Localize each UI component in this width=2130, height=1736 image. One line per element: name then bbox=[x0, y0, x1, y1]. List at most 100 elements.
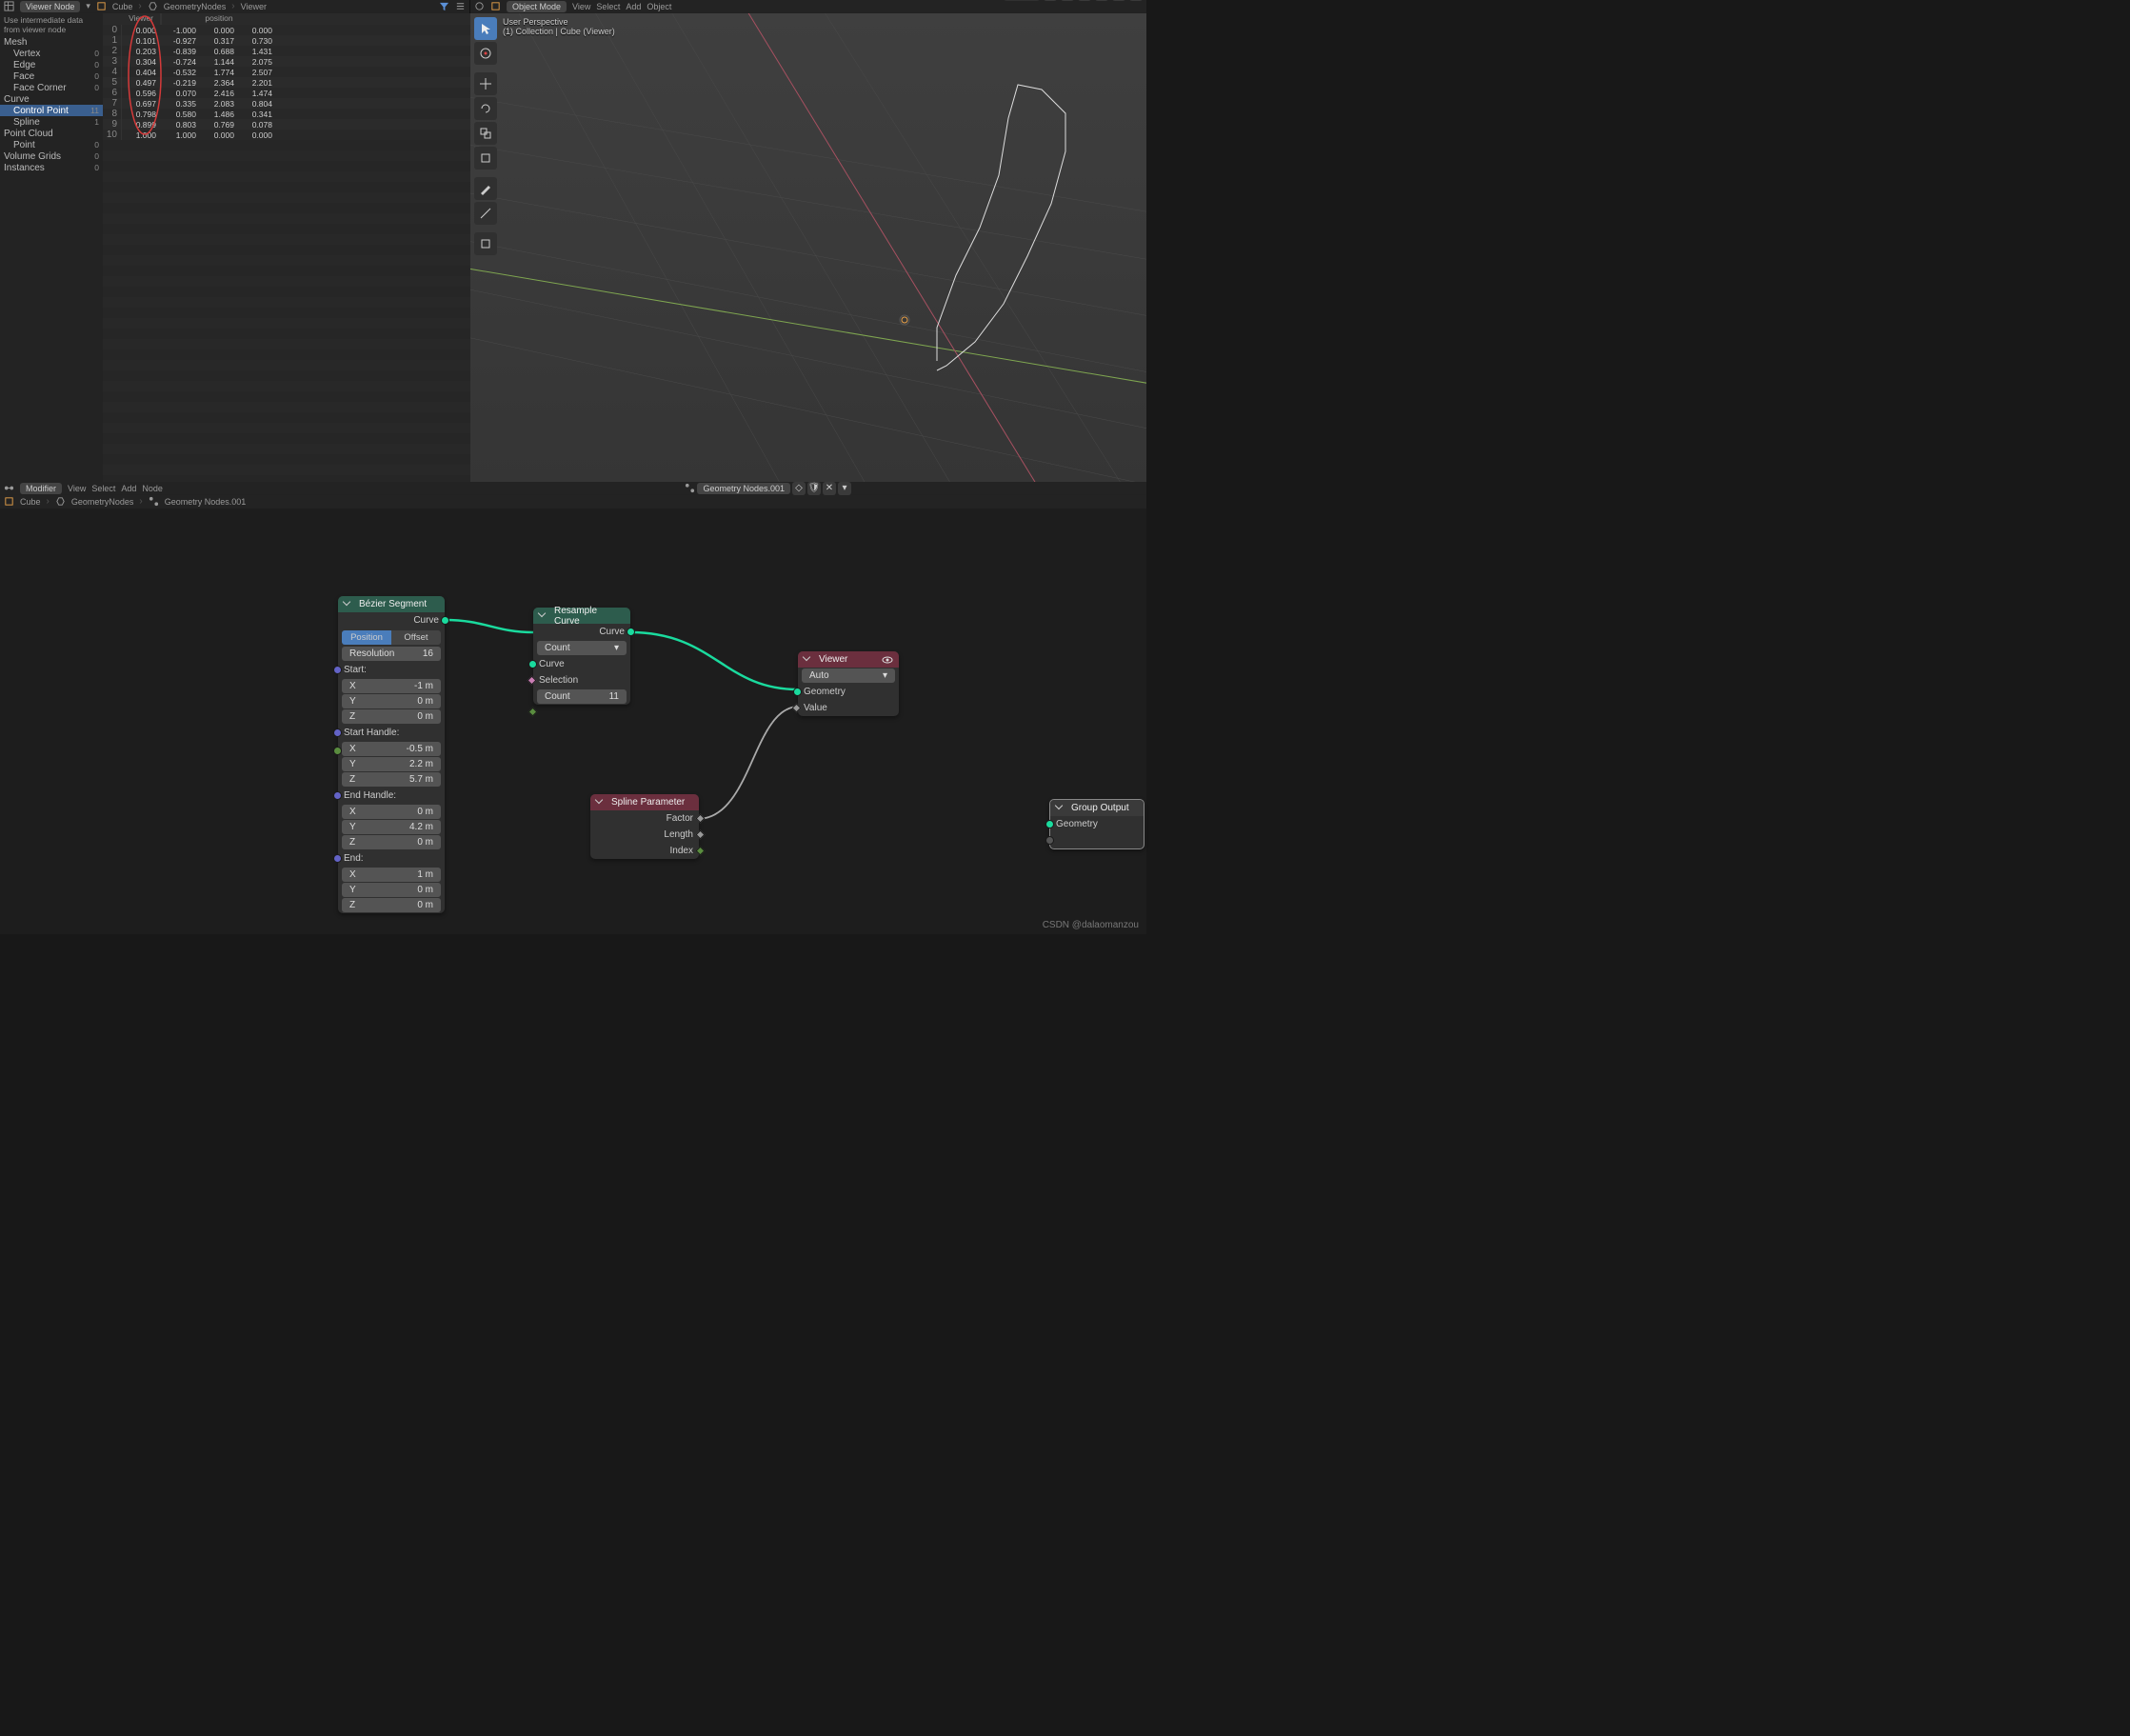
start-x[interactable]: X-1 m bbox=[342, 679, 441, 693]
tool-transform-icon[interactable] bbox=[474, 147, 497, 170]
shade-wire-icon[interactable]: ◯ bbox=[1078, 0, 1091, 1]
node-resample-curve[interactable]: Resample Curve Curve Count▾ Curve Select… bbox=[533, 608, 630, 705]
node-group-output[interactable]: Group Output Geometry bbox=[1049, 799, 1145, 849]
viewport-canvas bbox=[470, 13, 1146, 482]
tree-item[interactable]: Curve bbox=[0, 93, 103, 105]
tree-item[interactable]: Control Point11 bbox=[0, 105, 103, 116]
chevron-down-icon[interactable]: ▾ bbox=[838, 482, 851, 495]
end-x[interactable]: X1 m bbox=[342, 868, 441, 882]
nodeeditor-icon bbox=[4, 483, 14, 493]
node-viewer[interactable]: Viewer Auto▾ Geometry Value bbox=[798, 651, 899, 716]
viewer-domain[interactable]: Auto▾ bbox=[802, 668, 895, 683]
tool-measure-icon[interactable] bbox=[474, 202, 497, 225]
bc-grp[interactable]: Geometry Nodes.001 bbox=[165, 497, 247, 507]
ne-menu-add[interactable]: Add bbox=[121, 484, 136, 493]
ne-menu-node[interactable]: Node bbox=[142, 484, 163, 493]
tree-item[interactable]: Face Corner0 bbox=[0, 82, 103, 93]
chevron-down-icon[interactable]: ▾ bbox=[1129, 0, 1143, 1]
bc-node[interactable]: Viewer bbox=[241, 2, 267, 11]
start-y[interactable]: Y0 m bbox=[342, 694, 441, 708]
tool-select-icon[interactable] bbox=[474, 17, 497, 40]
col-position[interactable]: position bbox=[162, 13, 276, 25]
fake-user-icon[interactable]: 🛡 bbox=[807, 482, 821, 495]
viewport-header: Object Mode View Select Add Object bbox=[470, 0, 1146, 13]
bc-mod[interactable]: GeometryNodes bbox=[71, 497, 134, 507]
sh-x[interactable]: X-0.5 m bbox=[342, 742, 441, 756]
node-header: Modifier View Select Add Node Geometry N… bbox=[0, 482, 1146, 495]
viewer-note: Use intermediate data from viewer node bbox=[0, 13, 103, 36]
node-links bbox=[0, 509, 1146, 934]
tool-rotate-icon[interactable] bbox=[474, 97, 497, 120]
vp-menu-view[interactable]: View bbox=[572, 2, 590, 11]
snap-icon[interactable]: ◑ bbox=[1044, 0, 1057, 1]
vp-menu-select[interactable]: Select bbox=[596, 2, 620, 11]
mode-icon bbox=[490, 1, 501, 11]
tool-addcube-icon[interactable] bbox=[474, 232, 497, 255]
node-bezier-segment[interactable]: Bézier Segment Curve Position Offset Res… bbox=[338, 596, 445, 913]
eh-z[interactable]: Z0 m bbox=[342, 835, 441, 849]
resample-mode[interactable]: Count▾ bbox=[537, 641, 627, 655]
col-viewer[interactable]: Viewer bbox=[122, 13, 160, 25]
eh-x[interactable]: X0 m bbox=[342, 805, 441, 819]
ne-menu-view[interactable]: View bbox=[68, 484, 86, 493]
modifier-icon bbox=[148, 1, 158, 11]
nodetree-icon bbox=[685, 483, 695, 493]
editor-type[interactable]: Viewer Node bbox=[20, 1, 80, 12]
ne-menu-select[interactable]: Select bbox=[91, 484, 115, 493]
close-icon[interactable]: ✕ bbox=[823, 482, 836, 495]
editor-modifier[interactable]: Modifier bbox=[20, 483, 62, 494]
tool-annotate-icon[interactable] bbox=[474, 177, 497, 200]
eh-y[interactable]: Y4.2 m bbox=[342, 820, 441, 834]
end-z[interactable]: Z0 m bbox=[342, 898, 441, 912]
shade-solid-icon[interactable]: ● bbox=[1095, 0, 1108, 1]
domain-tree: Use intermediate data from viewer node M… bbox=[0, 13, 103, 173]
resolution-field[interactable]: Resolution16 bbox=[342, 647, 441, 661]
node-spline-parameter[interactable]: Spline Parameter Factor Length Index bbox=[590, 794, 699, 859]
viewport-icon bbox=[474, 1, 485, 11]
modifier-icon bbox=[55, 496, 66, 507]
node-breadcrumb: Cube › GeometryNodes › Geometry Nodes.00… bbox=[0, 495, 1146, 509]
tree-item[interactable]: Face0 bbox=[0, 70, 103, 82]
bc-object[interactable]: Cube bbox=[112, 2, 133, 11]
tree-item[interactable]: Point0 bbox=[0, 139, 103, 150]
spreadsheet-header: Viewer Node ▾ Cube › GeometryNodes › Vie… bbox=[0, 0, 469, 13]
mode-select[interactable]: Object Mode bbox=[507, 1, 567, 12]
tree-item[interactable]: Volume Grids0 bbox=[0, 150, 103, 162]
bezier-mode-tabs[interactable]: Position Offset bbox=[342, 630, 441, 645]
start-z[interactable]: Z0 m bbox=[342, 709, 441, 724]
shade-mat-icon[interactable]: ◐ bbox=[1112, 0, 1125, 1]
tool-cursor-icon[interactable] bbox=[474, 42, 497, 65]
filter-icon[interactable] bbox=[439, 1, 449, 11]
object-icon bbox=[4, 496, 14, 507]
pin-icon[interactable]: ▾ bbox=[86, 1, 90, 11]
tree-item[interactable]: Vertex0 bbox=[0, 48, 103, 59]
tree-item[interactable]: Mesh bbox=[0, 36, 103, 48]
options-icon[interactable] bbox=[455, 1, 466, 11]
proportional-icon[interactable]: ○ bbox=[1061, 0, 1074, 1]
spreadsheet-icon bbox=[4, 1, 14, 11]
object-icon bbox=[96, 1, 107, 11]
tree-item[interactable]: Spline1 bbox=[0, 116, 103, 128]
tree-item[interactable]: Point Cloud bbox=[0, 128, 103, 139]
vp-menu-object[interactable]: Object bbox=[647, 2, 671, 11]
toolbar bbox=[474, 17, 497, 255]
orientation[interactable]: Global bbox=[1004, 0, 1040, 1]
sh-y[interactable]: Y2.2 m bbox=[342, 757, 441, 771]
count-field[interactable]: Count11 bbox=[537, 689, 627, 704]
tool-scale-icon[interactable] bbox=[474, 122, 497, 145]
end-y[interactable]: Y0 m bbox=[342, 883, 441, 897]
tree-item[interactable]: Edge0 bbox=[0, 59, 103, 70]
nodetree-icon bbox=[149, 496, 159, 507]
nodegroup-name[interactable]: Geometry Nodes.001 bbox=[697, 483, 790, 494]
bc-modifier[interactable]: GeometryNodes bbox=[164, 2, 227, 11]
vp-menu-add[interactable]: Add bbox=[626, 2, 641, 11]
bc-obj[interactable]: Cube bbox=[20, 497, 41, 507]
pin-icon[interactable]: ◇ bbox=[792, 482, 806, 495]
sh-z[interactable]: Z5.7 m bbox=[342, 772, 441, 787]
eye-icon bbox=[882, 654, 893, 666]
tree-item[interactable]: Instances0 bbox=[0, 162, 103, 173]
viewport-3d[interactable]: User Perspective (1) Collection | Cube (… bbox=[470, 13, 1146, 482]
watermark: CSDN @dalaomanzou bbox=[1043, 920, 1139, 930]
viewport-info: User Perspective (1) Collection | Cube (… bbox=[503, 17, 615, 36]
tool-move-icon[interactable] bbox=[474, 72, 497, 95]
